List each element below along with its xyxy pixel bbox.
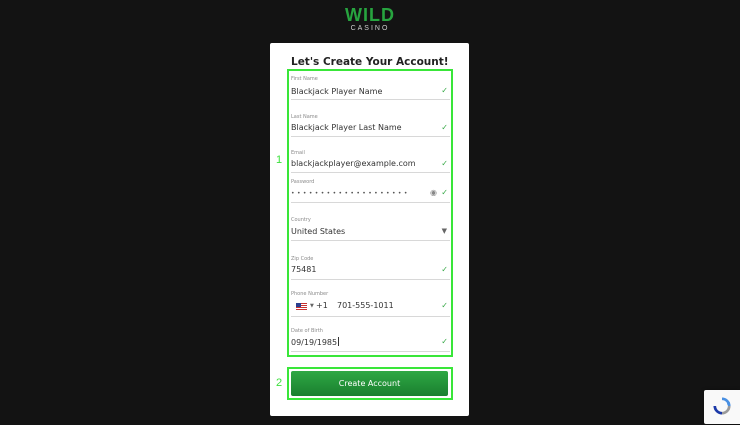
- check-icon: ✓: [441, 188, 448, 197]
- last-name-label: Last Name: [291, 114, 318, 120]
- form-title: Let's Create Your Account!: [291, 56, 449, 68]
- check-icon: ✓: [441, 86, 448, 95]
- first-name-input[interactable]: Blackjack Player Name: [291, 87, 382, 96]
- last-name-input[interactable]: Blackjack Player Last Name: [291, 123, 402, 132]
- dob-label: Date of Birth: [291, 328, 323, 334]
- dob-value: 09/19/1985: [291, 338, 338, 347]
- check-icon: ✓: [441, 337, 448, 346]
- zip-label: Zip Code: [291, 256, 314, 262]
- chevron-down-icon[interactable]: ▼: [442, 227, 447, 235]
- recaptcha-icon: [713, 397, 731, 415]
- chevron-down-icon[interactable]: ▼: [310, 303, 314, 309]
- zip-input[interactable]: 75481: [291, 265, 316, 274]
- phone-input[interactable]: 701-555-1011: [337, 301, 394, 310]
- create-account-button[interactable]: Create Account: [291, 371, 448, 396]
- check-icon: ✓: [441, 301, 448, 310]
- country-select[interactable]: United States: [291, 227, 345, 236]
- country-label: Country: [291, 217, 311, 223]
- country-field[interactable]: Country United States ▼: [291, 216, 450, 241]
- check-icon: ✓: [441, 265, 448, 274]
- first-name-label: First Name: [291, 76, 318, 82]
- last-name-field[interactable]: Last Name Blackjack Player Last Name ✓: [291, 112, 450, 137]
- recaptcha-badge[interactable]: [704, 390, 740, 424]
- wild-casino-logo: WILD CASINO: [0, 6, 740, 32]
- phone-label: Phone Number: [291, 291, 329, 297]
- zip-field[interactable]: Zip Code 75481 ✓: [291, 255, 450, 280]
- check-icon: ✓: [441, 123, 448, 132]
- dial-code: +1: [316, 301, 328, 310]
- email-field[interactable]: Email blackjackplayer@example.com ✓: [291, 148, 450, 173]
- eye-icon[interactable]: ◉: [430, 188, 437, 197]
- email-input[interactable]: blackjackplayer@example.com: [291, 159, 416, 168]
- us-flag-icon[interactable]: [296, 303, 307, 310]
- password-input[interactable]: ••••••••••••••••••••: [291, 190, 410, 197]
- logo-subtitle: CASINO: [350, 25, 390, 32]
- email-label: Email: [291, 150, 305, 156]
- password-field[interactable]: Password •••••••••••••••••••• ◉ ✓: [291, 178, 450, 203]
- text-cursor: [338, 337, 340, 346]
- password-label: Password: [291, 179, 315, 185]
- phone-field[interactable]: Phone Number ▼ +1 701-555-1011 ✓: [291, 290, 450, 317]
- annotation-marker-2: 2: [276, 377, 283, 389]
- check-icon: ✓: [441, 159, 448, 168]
- first-name-field[interactable]: First Name Blackjack Player Name ✓: [291, 72, 450, 100]
- dob-input[interactable]: 09/19/1985: [291, 337, 340, 347]
- logo-wordmark: WILD: [345, 5, 395, 25]
- dob-field[interactable]: Date of Birth 09/19/1985 ✓: [291, 326, 450, 352]
- annotation-marker-1: 1: [276, 154, 283, 166]
